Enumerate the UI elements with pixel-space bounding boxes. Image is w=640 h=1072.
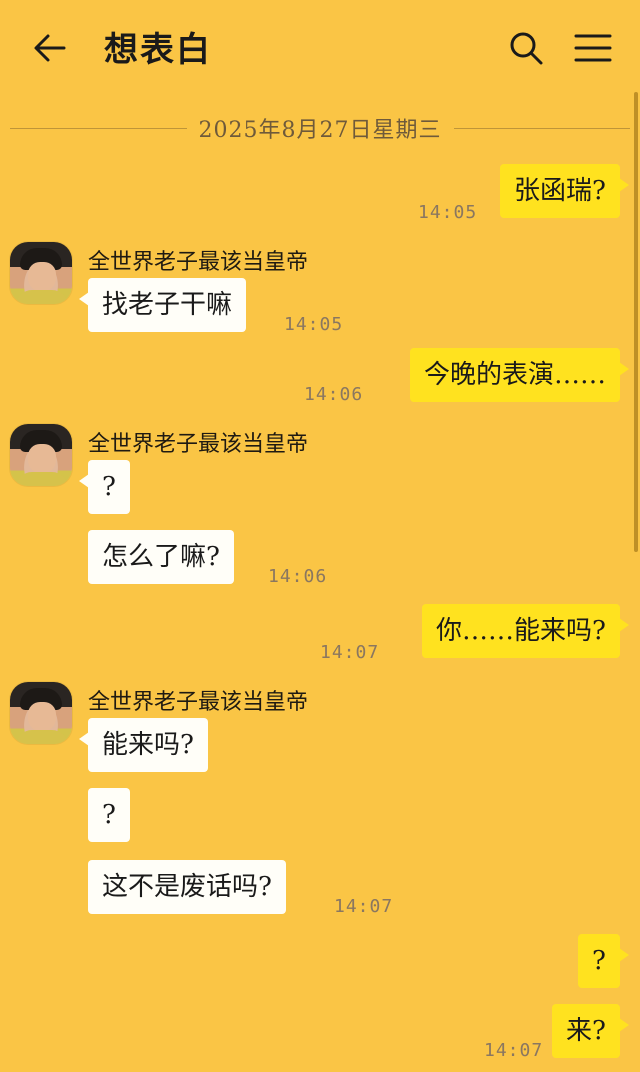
search-button[interactable] (508, 30, 546, 68)
back-button[interactable] (30, 30, 70, 66)
chat-title: 想表白 (104, 30, 212, 70)
arrow-left-icon (34, 34, 66, 62)
outgoing-message[interactable]: 今晚的表演…… (409, 348, 630, 402)
chat-header: 想表白 (0, 0, 640, 96)
sender-name: 全世界老子最该当皇帝 (88, 432, 309, 457)
outgoing-message[interactable]: 张函瑞? (500, 164, 629, 218)
outgoing-message[interactable]: ? (578, 934, 629, 988)
incoming-message[interactable]: 这不是废话吗? (88, 860, 286, 914)
sender-name: 全世界老子最该当皇帝 (88, 690, 309, 715)
incoming-message[interactable]: 怎么了嘛? (88, 530, 234, 584)
avatar[interactable] (10, 682, 72, 744)
menu-button[interactable] (574, 32, 612, 64)
hamburger-menu-icon (574, 34, 612, 62)
message-time: 14:06 (304, 384, 364, 405)
divider (453, 127, 631, 129)
avatar[interactable] (10, 242, 72, 304)
incoming-message[interactable]: 能来吗? (79, 718, 208, 772)
date-label: 2025年8月27日星期三 (198, 118, 442, 143)
date-separator: 2025年8月27日星期三 (10, 112, 631, 144)
message-time: 14:07 (334, 896, 394, 917)
message-time: 14:05 (418, 202, 478, 223)
avatar[interactable] (10, 424, 72, 486)
message-time: 14:07 (484, 1040, 544, 1061)
incoming-message[interactable]: ? (79, 460, 130, 514)
divider (10, 127, 187, 129)
message-time: 14:05 (284, 314, 344, 335)
scrollbar[interactable] (634, 92, 638, 552)
incoming-message[interactable]: 找老子干嘛 (78, 278, 247, 332)
message-time: 14:06 (268, 566, 328, 587)
incoming-message[interactable]: ? (88, 788, 130, 842)
message-time: 14:07 (320, 642, 380, 663)
search-icon (510, 32, 543, 65)
outgoing-message[interactable]: 你……能来吗? (422, 604, 629, 658)
sender-name: 全世界老子最该当皇帝 (88, 250, 309, 275)
outgoing-message[interactable]: 来? (552, 1004, 629, 1058)
